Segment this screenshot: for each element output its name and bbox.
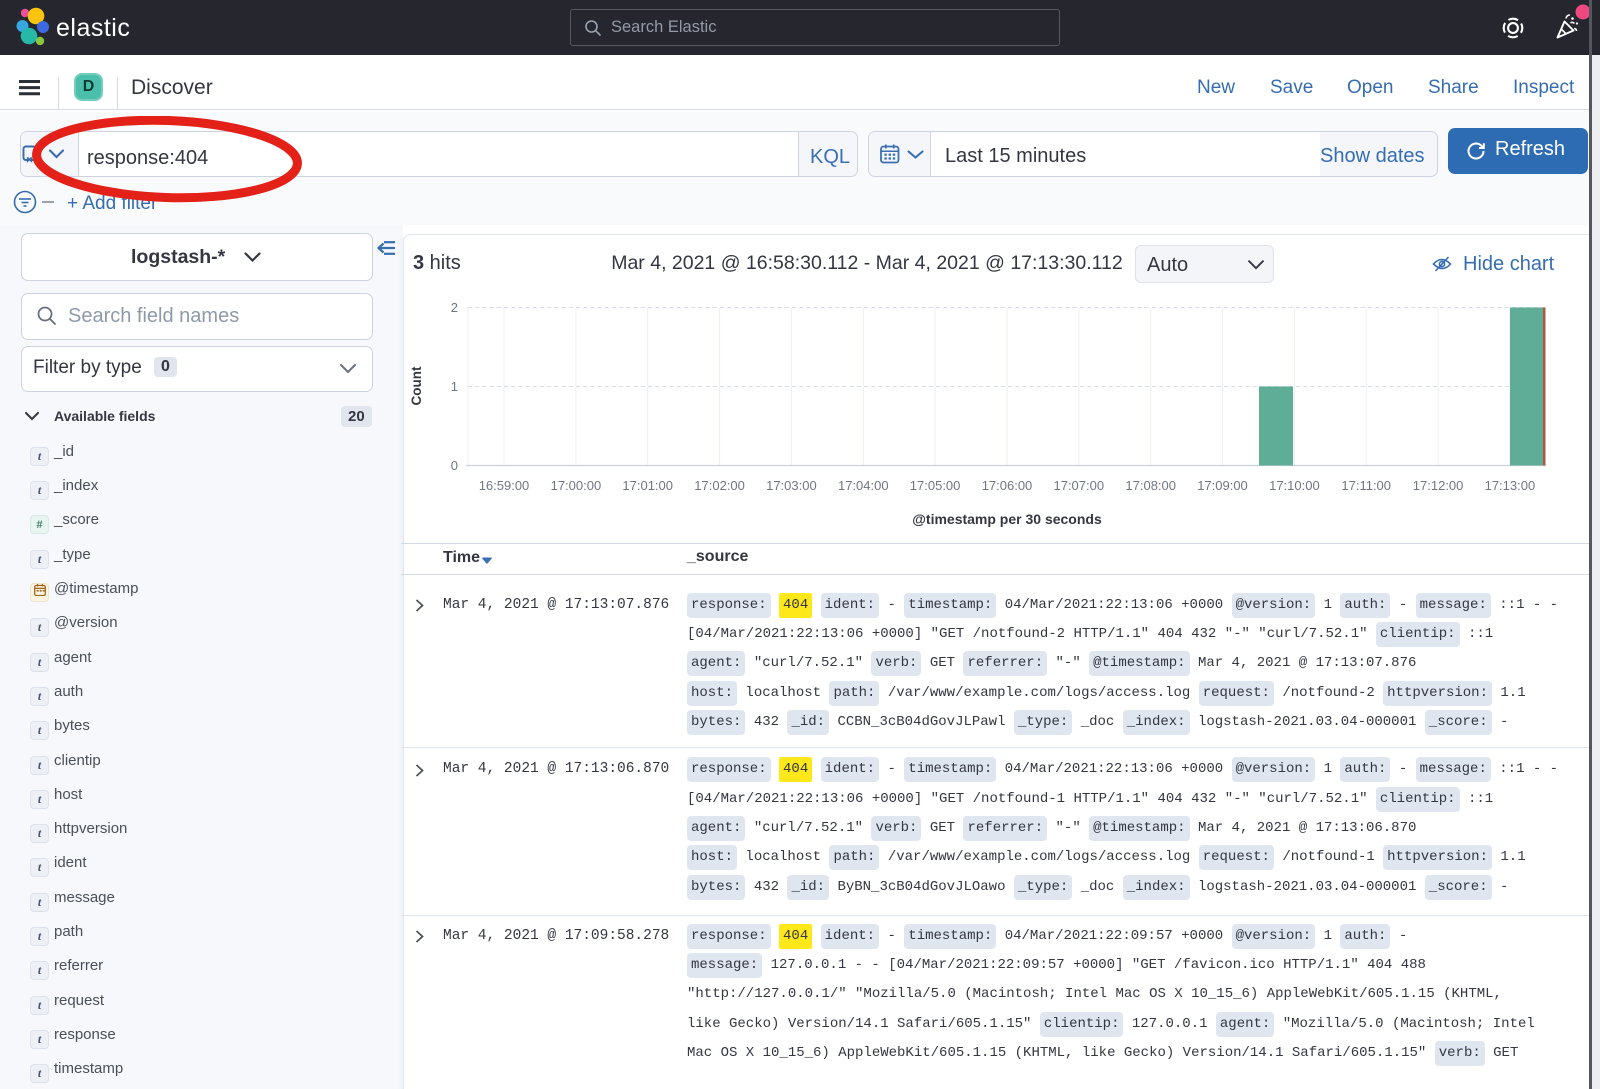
svg-text:2: 2 <box>451 300 458 315</box>
svg-text:17:10:00: 17:10:00 <box>1269 478 1320 493</box>
svg-text:17:02:00: 17:02:00 <box>694 478 745 493</box>
svg-text:17:03:00: 17:03:00 <box>766 478 817 493</box>
svg-text:17:09:00: 17:09:00 <box>1197 478 1248 493</box>
svg-text:17:12:00: 17:12:00 <box>1413 478 1464 493</box>
svg-text:17:13:00: 17:13:00 <box>1485 478 1536 493</box>
svg-text:17:00:00: 17:00:00 <box>551 478 602 493</box>
svg-text:1: 1 <box>451 379 458 394</box>
svg-text:17:11:00: 17:11:00 <box>1341 478 1391 493</box>
svg-text:17:04:00: 17:04:00 <box>838 478 889 493</box>
svg-text:16:59:00: 16:59:00 <box>479 478 530 493</box>
svg-text:17:07:00: 17:07:00 <box>1053 478 1104 493</box>
svg-text:17:01:00: 17:01:00 <box>622 478 673 493</box>
svg-text:@timestamp per 30 seconds: @timestamp per 30 seconds <box>912 511 1102 527</box>
svg-text:17:06:00: 17:06:00 <box>982 478 1033 493</box>
svg-text:Count: Count <box>409 366 424 405</box>
svg-text:17:05:00: 17:05:00 <box>910 478 961 493</box>
svg-text:17:08:00: 17:08:00 <box>1125 478 1176 493</box>
svg-text:0: 0 <box>451 458 458 473</box>
